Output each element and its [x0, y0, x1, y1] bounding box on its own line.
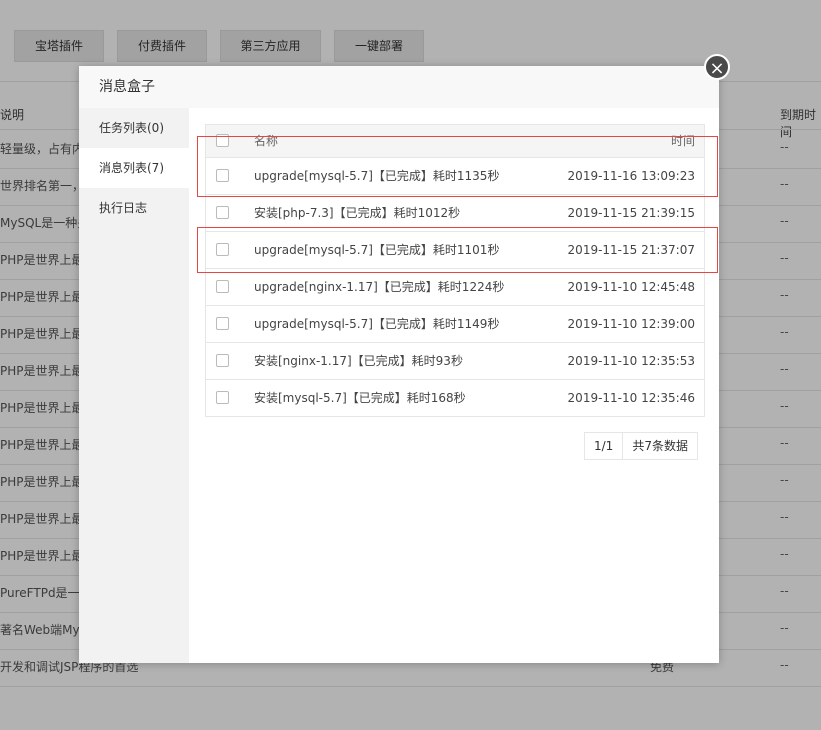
- message-name: 安装[mysql-5.7]【已完成】耗时168秒: [254, 391, 466, 405]
- message-table: 名称 时间 upgrade[mysql-5.7]【已完成】耗时1135秒 201…: [205, 124, 705, 417]
- message-name: upgrade[mysql-5.7]【已完成】耗时1101秒: [254, 243, 500, 257]
- message-time: 2019-11-10 12:39:00: [567, 317, 695, 331]
- modal-content: 名称 时间 upgrade[mysql-5.7]【已完成】耗时1135秒 201…: [189, 108, 719, 663]
- row-checkbox[interactable]: [216, 317, 229, 330]
- message-name: upgrade[nginx-1.17]【已完成】耗时1224秒: [254, 280, 505, 294]
- sidebar-item-message-list[interactable]: 消息列表(7): [79, 148, 189, 188]
- message-time: 2019-11-10 12:35:53: [567, 354, 695, 368]
- row-checkbox[interactable]: [216, 354, 229, 367]
- total-count: 共7条数据: [622, 433, 697, 459]
- table-header-row: 名称 时间: [206, 125, 704, 158]
- table-row: upgrade[nginx-1.17]【已完成】耗时1224秒 2019-11-…: [206, 269, 704, 306]
- row-checkbox[interactable]: [216, 243, 229, 256]
- column-header-time: 时间: [670, 134, 695, 148]
- row-checkbox[interactable]: [216, 391, 229, 404]
- modal-sidebar: 任务列表(0) 消息列表(7) 执行日志: [79, 108, 189, 663]
- table-row: upgrade[mysql-5.7]【已完成】耗时1101秒 2019-11-1…: [206, 232, 704, 269]
- table-row: 安装[mysql-5.7]【已完成】耗时168秒 2019-11-10 12:3…: [206, 380, 704, 417]
- message-time: 2019-11-15 21:37:07: [567, 243, 695, 257]
- message-name: upgrade[mysql-5.7]【已完成】耗时1135秒: [254, 169, 500, 183]
- sidebar-item-task-list[interactable]: 任务列表(0): [79, 108, 189, 148]
- message-name: 安装[nginx-1.17]【已完成】耗时93秒: [254, 354, 463, 368]
- message-time: 2019-11-15 21:39:15: [567, 206, 695, 220]
- close-icon[interactable]: ×: [704, 54, 730, 80]
- column-header-name: 名称: [254, 134, 279, 148]
- table-row: upgrade[mysql-5.7]【已完成】耗时1149秒 2019-11-1…: [206, 306, 704, 343]
- table-row: upgrade[mysql-5.7]【已完成】耗时1135秒 2019-11-1…: [206, 158, 704, 195]
- message-name: upgrade[mysql-5.7]【已完成】耗时1149秒: [254, 317, 500, 331]
- message-box-modal: 消息盒子 任务列表(0) 消息列表(7) 执行日志 名称 时间 upgrade[…: [79, 66, 719, 663]
- row-checkbox[interactable]: [216, 280, 229, 293]
- sidebar-item-execution-log[interactable]: 执行日志: [79, 188, 189, 228]
- table-row: 安装[nginx-1.17]【已完成】耗时93秒 2019-11-10 12:3…: [206, 343, 704, 380]
- message-name: 安装[php-7.3]【已完成】耗时1012秒: [254, 206, 461, 220]
- message-time: 2019-11-16 13:09:23: [567, 169, 695, 183]
- page-indicator[interactable]: 1/1: [585, 433, 622, 459]
- row-checkbox[interactable]: [216, 169, 229, 182]
- select-all-checkbox[interactable]: [216, 134, 229, 147]
- message-time: 2019-11-10 12:45:48: [567, 280, 695, 294]
- pagination: 1/1 共7条数据: [584, 432, 698, 460]
- message-time: 2019-11-10 12:35:46: [567, 391, 695, 405]
- row-checkbox[interactable]: [216, 206, 229, 219]
- modal-title: 消息盒子: [79, 66, 719, 109]
- table-row: 安装[php-7.3]【已完成】耗时1012秒 2019-11-15 21:39…: [206, 195, 704, 232]
